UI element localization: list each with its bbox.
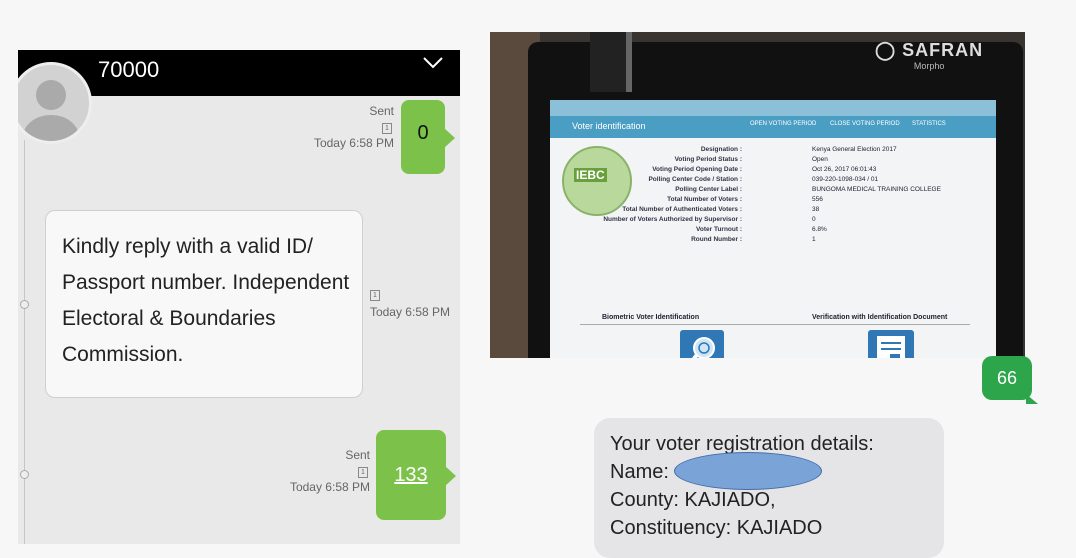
message-meta: Sent 1 Today 6:58 PM [268,104,394,151]
chevron-down-icon[interactable] [422,52,444,74]
brand-sub: Morpho [913,61,945,71]
message-meta: 1 Today 6:58 PM [338,286,450,320]
info-label: Round Number : [691,236,742,243]
info-label: Designation : [700,146,742,153]
screen-title: Voter identification [572,121,646,131]
info-label: Number of Voters Authorized by Superviso… [603,216,742,223]
fingerprint-icon [692,337,715,358]
right-panel: ◯ SAFRAN Morpho Voter identification OPE… [482,32,1076,558]
info-label: Total Number of Voters : [667,196,742,203]
bubble-tail [445,466,456,486]
info-label: Voter Turnout : [696,226,742,233]
biometric-button[interactable] [680,330,724,358]
thread-dot [20,470,29,479]
message-meta: Sent 1 Today 6:58 PM [248,448,370,495]
logo-text: IEBC [574,168,607,182]
id-document-button[interactable] [868,330,914,358]
info-label: Total Number of Authenticated Voters : [622,206,742,213]
device-clip [590,32,632,92]
device-brand: ◯ SAFRAN Morpho [875,40,983,71]
device-screen: Voter identification OPEN VOTING PERIOD … [550,100,996,358]
info-value: 38 [812,206,820,213]
sent-message-bubble[interactable]: 133 [376,430,456,520]
message-time: Today 6:58 PM [289,480,370,494]
info-label: Polling Center Label : [675,186,742,193]
info-value: BUNGOMA MEDICAL TRAINING COLLEGE [812,186,941,193]
contact-number: 70000 [98,57,160,82]
sim-icon: 1 [358,467,368,478]
sent-status: Sent [345,448,370,462]
bubble-tail [1026,394,1038,404]
info-value: Kenya General Election 2017 [812,146,897,153]
document-label: Verification with Identification Documen… [812,314,948,321]
info-label: Voting Period Opening Date : [652,166,742,173]
message-time: Today 6:58 PM [369,305,450,319]
message-text: 66 [996,368,1018,388]
info-value: 0 [812,216,816,223]
redaction-oval [674,452,822,490]
statistics-button[interactable]: STATISTICS [912,121,946,127]
received-message-bubble[interactable]: Your voter registration details: Name: C… [594,418,944,558]
message-link[interactable]: 133 [376,464,446,487]
info-label: Voting Period Status : [674,156,742,163]
info-value: 039-220-1098-034 / 01 [812,176,879,183]
details-county: County: KAJIADO, [610,489,776,511]
received-message-bubble[interactable]: Kindly reply with a valid ID/ Passport n… [45,210,363,398]
sms-thread-panel: 70000 Sent 1 Today 6:58 PM 0 Kindly repl… [18,50,460,544]
sent-status: Sent [369,104,394,118]
info-value: Oct 26, 2017 06:01:43 [812,166,877,173]
message-time: Today 6:58 PM [313,136,394,150]
person-icon [23,80,79,141]
sent-message-bubble[interactable]: 0 [401,100,455,174]
info-value: Open [812,156,828,163]
info-value: 556 [812,196,823,203]
biometric-label: Biometric Voter Identification [602,314,700,321]
bubble-tail [444,128,455,148]
sim-icon: 1 [382,123,392,134]
details-constituency: Constituency: KAJIADO [610,517,823,539]
sim-icon: 1 [370,290,380,301]
info-label: Polling Center Code / Station : [648,176,742,183]
message-text: 0 [417,122,429,144]
id-card-icon [877,336,905,358]
close-voting-period-button[interactable]: CLOSE VOTING PERIOD [830,121,900,127]
info-value: 1 [812,236,816,243]
status-bar [550,100,996,116]
thread-line [24,140,25,544]
voting-kit-photo: ◯ SAFRAN Morpho Voter identification OPE… [490,32,1025,358]
open-voting-period-button[interactable]: OPEN VOTING PERIOD [750,121,816,127]
divider [580,324,970,325]
screen-titlebar: Voter identification OPEN VOTING PERIOD … [550,116,996,138]
sent-message-bubble[interactable]: 66 [982,356,1038,404]
avatar[interactable] [18,62,92,144]
thread-dot [20,300,29,309]
brand-name: SAFRAN [902,40,984,60]
safran-icon: ◯ [875,40,897,60]
info-value: 6.8% [812,226,827,233]
message-text: Kindly reply with a valid ID/ Passport n… [62,235,350,366]
